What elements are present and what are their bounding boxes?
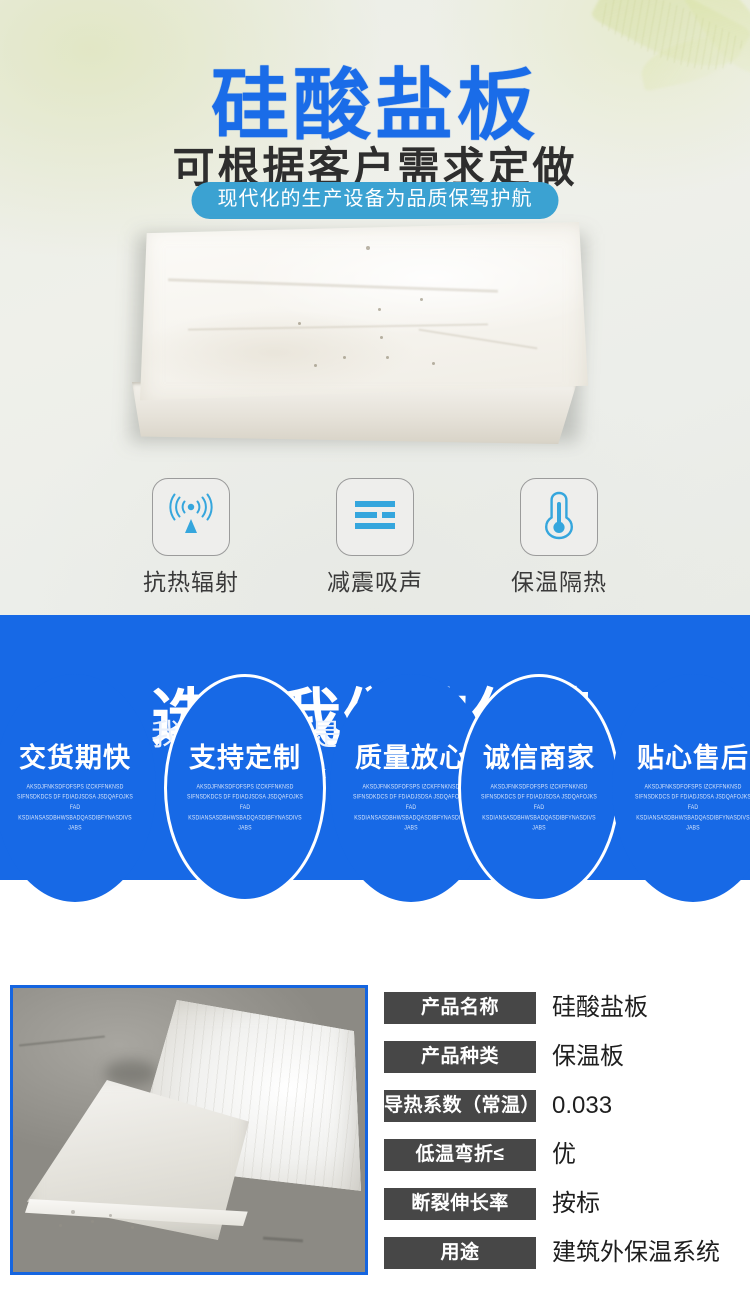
feature-icon-box <box>520 478 598 556</box>
feature-item-thermal-insulation: 保温隔热 <box>511 478 607 594</box>
spec-value: 硅酸盐板 <box>552 993 648 1021</box>
board-speck <box>366 246 370 250</box>
spec-label: 导热系数（常温） <box>384 1089 540 1122</box>
spec-value: 按标 <box>552 1189 600 1217</box>
specification-section: 产品名称 硅酸盐板 产品种类 保温板 导热系数（常温） 0.033 低温弯折≤ … <box>0 975 750 1316</box>
table-row: 产品种类 保温板 <box>384 1032 740 1081</box>
spec-label: 产品名称 <box>384 991 536 1024</box>
advantage-badges-row: 交货期快 AKSDJFNKSDFOFSPS IZCKFFNKNSD SIFNSD… <box>0 638 750 968</box>
hero-tagline-pill: 现代化的生产设备为品质保驾护航 <box>191 182 559 219</box>
badge-description: AKSDJFNKSDFOFSPS IZCKFFNKNSD SIFNSDKDCS … <box>187 783 303 833</box>
badge-label: 贴心售后 <box>637 742 749 773</box>
feature-label: 减震吸声 <box>327 569 423 595</box>
board-speck <box>298 322 301 325</box>
slab-speck <box>71 1210 75 1214</box>
spec-label: 断裂伸长率 <box>384 1187 536 1220</box>
feature-item-sound-damping: 减震吸声 <box>327 478 423 594</box>
advantage-badge[interactable]: 支持定制 AKSDJFNKSDFOFSPS IZCKFFNKNSD SIFNSD… <box>164 674 326 902</box>
advantage-badge[interactable]: 贴心售后 AKSDJFNKSDFOFSPS IZCKFFNKNSD SIFNSD… <box>612 674 750 902</box>
sound-damping-icon <box>352 495 398 540</box>
spec-value: 0.033 <box>552 1091 613 1119</box>
feature-icons-row: 抗热辐射 减震吸声 保温隔热 <box>0 478 750 594</box>
feature-label: 抗热辐射 <box>143 569 239 595</box>
signal-radiation-icon <box>168 493 214 542</box>
badge-label: 质量放心 <box>355 742 467 773</box>
slab-speck <box>109 1214 112 1217</box>
feature-icon-box <box>152 478 230 556</box>
badge-description: AKSDJFNKSDFOFSPS IZCKFFNKNSD SIFNSDKDCS … <box>353 783 469 833</box>
table-row: 产品名称 硅酸盐板 <box>384 983 740 1032</box>
board-speck <box>432 362 435 365</box>
slab-speck <box>131 1226 134 1229</box>
slab-speck <box>59 1224 62 1227</box>
board-speck <box>378 308 381 311</box>
board-speck <box>386 356 389 359</box>
board-speck <box>314 364 317 367</box>
board-speck <box>380 336 383 339</box>
spec-label: 产品种类 <box>384 1040 536 1073</box>
board-speck <box>420 298 423 301</box>
advantage-badge[interactable]: 交货期快 AKSDJFNKSDFOFSPS IZCKFFNKNSD SIFNSD… <box>0 674 156 902</box>
feature-icon-box <box>336 478 414 556</box>
table-row: 低温弯折≤ 优 <box>384 1130 740 1179</box>
feature-item-heat-radiation: 抗热辐射 <box>143 478 239 594</box>
board-speck <box>343 356 346 359</box>
table-row: 用途 建筑外保温系统 <box>384 1228 740 1277</box>
badge-description: AKSDJFNKSDFOFSPS IZCKFFNKNSD SIFNSDKDCS … <box>17 783 133 833</box>
thermometer-icon <box>542 490 576 545</box>
slab-speck <box>91 1220 94 1223</box>
spec-label: 低温弯折≤ <box>384 1138 536 1171</box>
spec-value: 建筑外保温系统 <box>552 1238 720 1266</box>
advantage-badge[interactable]: 诚信商家 AKSDJFNKSDFOFSPS IZCKFFNKNSD SIFNSD… <box>458 674 620 902</box>
badge-description: AKSDJFNKSDFOFSPS IZCKFFNKNSD SIFNSDKDCS … <box>635 783 750 833</box>
product-photo-frame <box>10 985 368 1275</box>
specification-table: 产品名称 硅酸盐板 产品种类 保温板 导热系数（常温） 0.033 低温弯折≤ … <box>384 983 740 1277</box>
feature-label: 保温隔热 <box>511 569 607 595</box>
product-detail-page: 硅酸盐板 可根据客户需求定做 现代化的生产设备为品质保驾护航 抗热辐射 减震吸声… <box>0 0 750 1316</box>
hero-product-photo <box>128 222 588 447</box>
badge-label: 支持定制 <box>189 742 301 773</box>
badge-label: 诚信商家 <box>483 742 595 773</box>
badge-label: 交货期快 <box>19 742 131 773</box>
badge-description: AKSDJFNKSDFOFSPS IZCKFFNKNSD SIFNSDKDCS … <box>481 783 597 833</box>
spec-label: 用途 <box>384 1236 536 1269</box>
spec-value: 保温板 <box>552 1042 624 1070</box>
board-top-face <box>140 222 588 401</box>
spec-value: 优 <box>552 1140 576 1168</box>
page-title: 硅酸盐板 <box>210 61 539 150</box>
table-row: 导热系数（常温） 0.033 <box>384 1081 740 1130</box>
hero-section: 硅酸盐板 可根据客户需求定做 现代化的生产设备为品质保驾护航 抗热辐射 减震吸声… <box>0 0 750 615</box>
table-row: 断裂伸长率 按标 <box>384 1179 740 1228</box>
